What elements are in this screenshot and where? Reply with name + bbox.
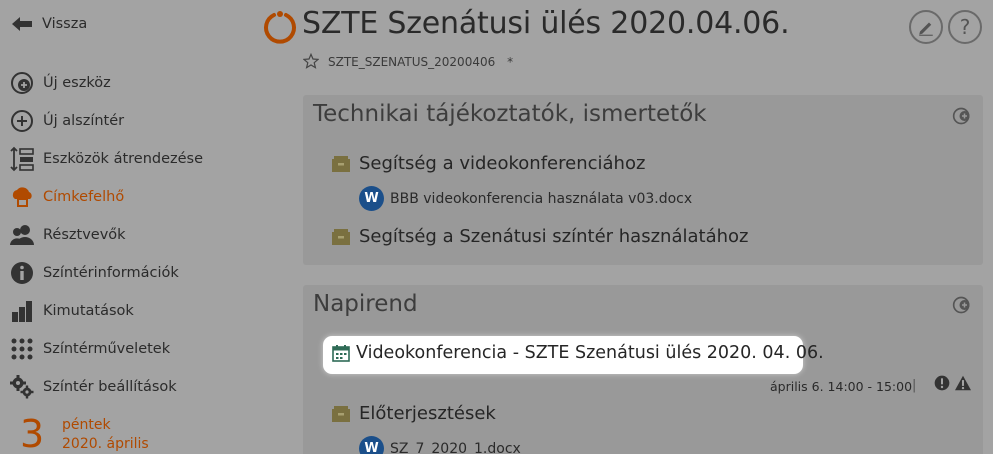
folder-label: Segítség a videokonferenciához	[359, 153, 646, 174]
alert-circle-icon[interactable]	[933, 374, 951, 392]
page-title: SZTE Szenátusi ülés 2020.04.06.	[302, 6, 790, 41]
pencil-icon	[917, 18, 935, 36]
sidebar-item-new-tool[interactable]: Új eszköz	[8, 68, 278, 98]
sidebar-item-label: Új eszköz	[43, 75, 111, 91]
add-circle-icon[interactable]	[951, 294, 973, 316]
sidebar-item-new-subspace[interactable]: Új alszíntér	[8, 106, 278, 136]
grid-dots-icon	[8, 335, 36, 363]
separator: |	[912, 378, 917, 393]
info-icon	[8, 259, 36, 287]
space-code: SZTE_SZENATUS_20200406 *	[328, 55, 513, 69]
sidebar-item-label: Eszközök átrendezése	[43, 151, 204, 167]
sidebar-item-tag-cloud[interactable]: Címkefelhő	[8, 182, 278, 212]
sidebar-item-space-info[interactable]: Színtérinformációk	[8, 258, 278, 288]
folder-icon	[331, 155, 351, 173]
sidebar-item-space-settings[interactable]: Színtér beállítások	[8, 372, 278, 402]
sidebar-item-reports[interactable]: Kimutatások	[8, 296, 278, 326]
tag-cloud-icon	[8, 183, 36, 211]
sidebar-item-label: Színtérinformációk	[43, 265, 179, 281]
edit-button[interactable]	[909, 10, 943, 44]
reorder-icon	[8, 145, 36, 173]
back-link[interactable]: Vissza	[10, 14, 87, 34]
sidebar-item-label: Résztvevők	[43, 227, 126, 243]
folder-label: Előterjesztések	[359, 403, 496, 424]
sidebar-item-label: Kimutatások	[43, 303, 134, 319]
bar-chart-icon	[8, 297, 36, 325]
folder-icon	[331, 228, 351, 246]
section-title: Napirend	[313, 291, 418, 317]
word-doc-icon: W	[359, 186, 384, 211]
back-label: Vissza	[42, 16, 88, 32]
sidebar-item-participants[interactable]: Résztvevők	[8, 220, 278, 250]
calendar-icon	[332, 344, 350, 362]
sidebar-item-reorder[interactable]: Eszközök átrendezése	[8, 144, 278, 174]
event-item[interactable]: Videokonferencia - SZTE Szenátusi ülés 2…	[332, 343, 824, 363]
sidebar-item-label: Színtér beállítások	[43, 379, 177, 395]
sidebar-item-label: Címkefelhő	[43, 189, 125, 205]
section-title: Technikai tájékoztatók, ismertetők	[313, 101, 707, 127]
file-label: SZ_7_2020_1.docx	[390, 440, 521, 454]
event-label: Videokonferencia - SZTE Szenátusi ülés 2…	[356, 343, 824, 363]
star-icon[interactable]	[302, 52, 320, 70]
section-technical: Technikai tájékoztatók, ismertetők Segít…	[303, 95, 983, 265]
file-item[interactable]: W SZ_7_2020_1.docx	[359, 436, 521, 454]
folder-icon	[331, 405, 351, 423]
logo-icon	[262, 10, 298, 46]
sidebar-item-label: Új alszíntér	[43, 113, 125, 129]
users-icon	[8, 221, 36, 249]
event-time: április 6. 14:00 - 15:00	[770, 379, 913, 394]
date-day: 3	[20, 412, 45, 454]
unsaved-marker: *	[507, 55, 514, 69]
plus-circle-outline-icon	[8, 107, 36, 135]
gears-icon	[8, 373, 36, 401]
arrow-left-icon	[10, 14, 36, 34]
plus-circle-icon	[8, 69, 36, 97]
date-month: 2020. április	[62, 436, 149, 452]
folder-label: Segítség a Szenátusi színtér használatáh…	[359, 226, 749, 247]
file-label: BBB videokonferencia használata v03.docx	[390, 190, 693, 207]
warning-icon[interactable]	[953, 374, 973, 392]
word-doc-icon: W	[359, 436, 384, 454]
add-circle-icon[interactable]	[951, 105, 973, 127]
folder-item[interactable]: Segítség a Szenátusi színtér használatáh…	[331, 226, 748, 247]
space-code-text: SZTE_SZENATUS_20200406	[328, 55, 496, 69]
sidebar-item-space-operations[interactable]: Színtérműveletek	[8, 334, 278, 364]
help-button[interactable]: ?	[948, 10, 982, 44]
question-icon: ?	[959, 15, 971, 39]
folder-item[interactable]: Segítség a videokonferenciához	[331, 153, 645, 174]
sidebar-item-label: Színtérműveletek	[43, 341, 171, 357]
file-item[interactable]: W BBB videokonferencia használata v03.do…	[359, 186, 692, 211]
folder-item[interactable]: Előterjesztések	[331, 403, 496, 424]
date-weekday: péntek	[62, 417, 111, 433]
